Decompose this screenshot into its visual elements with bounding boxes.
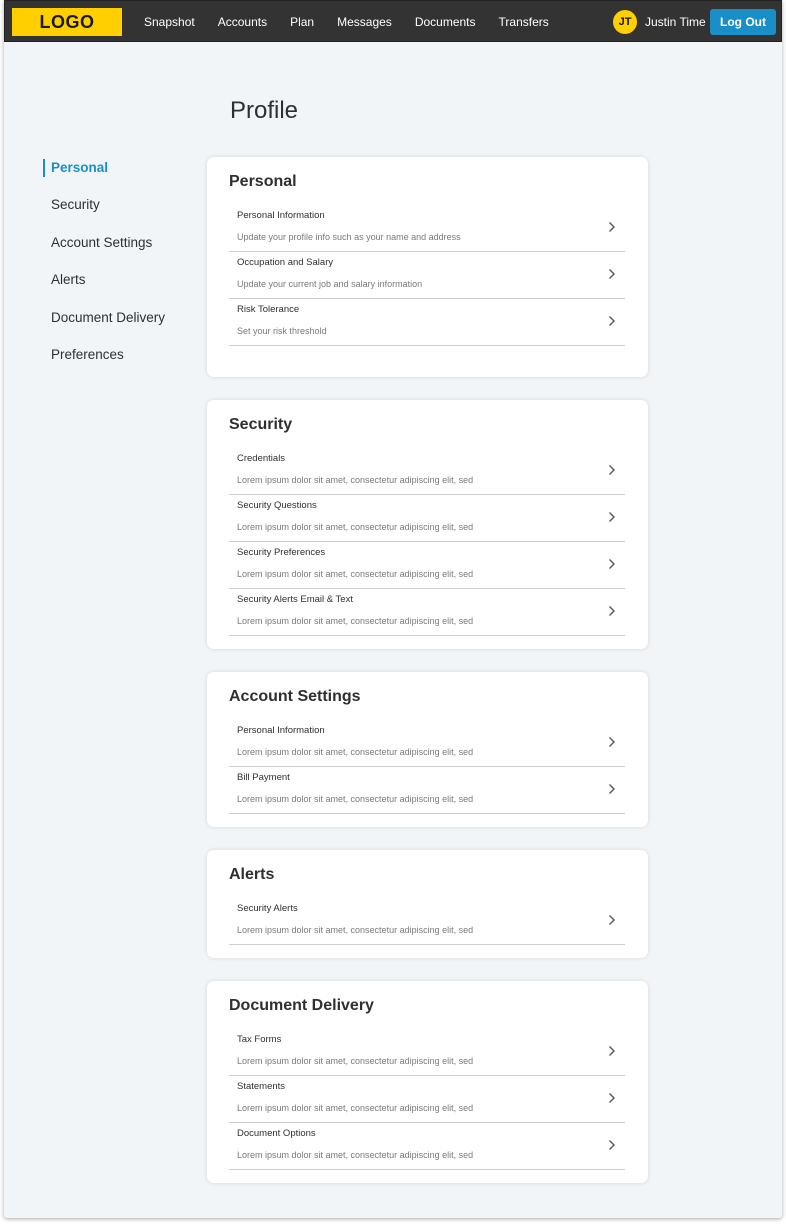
settings-row-credentials[interactable]: Credentials Lorem ipsum dolor sit amet, … [229,448,625,495]
security-section-card: Security Credentials Lorem ipsum dolor s… [207,400,648,649]
avatar[interactable]: JT [613,10,637,34]
section-title: Document Delivery [229,997,374,1014]
profile-sidebar: Personal Security Account Settings Alert… [43,158,193,382]
sidebar-item-alerts[interactable]: Alerts [43,270,193,307]
logo[interactable]: LOGO [12,8,122,36]
section-title: Account Settings [229,688,361,705]
app-frame: LOGO Snapshot Accounts Plan Messages Doc… [4,0,782,1218]
settings-list: Tax Forms Lorem ipsum dolor sit amet, co… [229,1029,625,1170]
chevron-right-icon [605,1138,619,1152]
row-description: Lorem ipsum dolor sit amet, consectetur … [237,616,474,626]
row-description: Lorem ipsum dolor sit amet, consectetur … [237,569,474,579]
row-title: Bill Payment [237,772,290,783]
nav-snapshot[interactable]: Snapshot [144,15,195,29]
settings-row-occupation-salary[interactable]: Occupation and Salary Update your curren… [229,252,625,299]
settings-list: Credentials Lorem ipsum dolor sit amet, … [229,448,625,636]
logout-button[interactable]: Log Out [710,9,776,35]
row-description: Lorem ipsum dolor sit amet, consectetur … [237,1103,474,1113]
nav-plan[interactable]: Plan [290,15,314,29]
page-title: Profile [230,97,299,124]
settings-row-personal-information[interactable]: Personal Information Update your profile… [229,205,625,252]
settings-row-tax-forms[interactable]: Tax Forms Lorem ipsum dolor sit amet, co… [229,1029,625,1076]
row-description: Set your risk threshold [237,326,327,336]
section-title: Alerts [229,866,275,883]
row-description: Lorem ipsum dolor sit amet, consectetur … [237,1150,474,1160]
top-navigation-bar: LOGO Snapshot Accounts Plan Messages Doc… [4,0,782,42]
settings-list: Security Alerts Lorem ipsum dolor sit am… [229,898,625,945]
sidebar-item-security[interactable]: Security [43,195,193,232]
row-title: Credentials [237,453,286,464]
settings-list: Personal Information Lorem ipsum dolor s… [229,720,625,814]
user-menu[interactable]: JT Justin Time [613,10,706,34]
document-delivery-section-card: Document Delivery Tax Forms Lorem ipsum … [207,981,648,1183]
settings-row-bill-payment[interactable]: Bill Payment Lorem ipsum dolor sit amet,… [229,767,625,814]
chevron-right-icon [605,1044,619,1058]
row-title: Statements [237,1081,286,1092]
row-description: Lorem ipsum dolor sit amet, consectetur … [237,475,474,485]
row-title: Security Questions [237,500,317,511]
row-title: Document Options [237,1128,316,1139]
row-description: Update your profile info such as your na… [237,232,461,242]
row-description: Lorem ipsum dolor sit amet, consectetur … [237,925,474,935]
account-settings-section-card: Account Settings Personal Information Lo… [207,672,648,827]
row-title: Tax Forms [237,1034,282,1045]
settings-row-security-preferences[interactable]: Security Preferences Lorem ipsum dolor s… [229,542,625,589]
sidebar-item-document-delivery[interactable]: Document Delivery [43,308,193,345]
settings-row-security-alerts[interactable]: Security Alerts Lorem ipsum dolor sit am… [229,898,625,945]
user-name[interactable]: Justin Time [645,15,706,29]
settings-row-security-alerts-email-text[interactable]: Security Alerts Email & Text Lorem ipsum… [229,589,625,636]
nav-documents[interactable]: Documents [415,15,476,29]
row-title: Personal Information [237,210,325,221]
personal-section-card: Personal Personal Information Update you… [207,157,648,377]
chevron-right-icon [605,557,619,571]
section-title: Personal [229,173,297,190]
chevron-right-icon [605,604,619,618]
chevron-right-icon [605,510,619,524]
section-title: Security [229,416,293,433]
chevron-right-icon [605,220,619,234]
settings-row-document-options[interactable]: Document Options Lorem ipsum dolor sit a… [229,1123,625,1170]
row-title: Personal Information [237,725,325,736]
sidebar-item-preferences[interactable]: Preferences [43,345,193,382]
alerts-section-card: Alerts Security Alerts Lorem ipsum dolor… [207,850,648,958]
nav-accounts[interactable]: Accounts [218,15,267,29]
nav-messages[interactable]: Messages [337,15,392,29]
settings-row-risk-tolerance[interactable]: Risk Tolerance Set your risk threshold [229,299,625,346]
main-nav: Snapshot Accounts Plan Messages Document… [144,1,572,43]
sidebar-item-personal[interactable]: Personal [43,158,193,195]
chevron-right-icon [605,1091,619,1105]
chevron-right-icon [605,463,619,477]
row-description: Lorem ipsum dolor sit amet, consectetur … [237,747,474,757]
settings-row-personal-information[interactable]: Personal Information Lorem ipsum dolor s… [229,720,625,767]
row-description: Lorem ipsum dolor sit amet, consectetur … [237,1056,474,1066]
chevron-right-icon [605,913,619,927]
chevron-right-icon [605,314,619,328]
nav-transfers[interactable]: Transfers [499,15,549,29]
settings-row-statements[interactable]: Statements Lorem ipsum dolor sit amet, c… [229,1076,625,1123]
settings-list: Personal Information Update your profile… [229,205,625,346]
chevron-right-icon [605,735,619,749]
row-title: Security Alerts Email & Text [237,594,353,605]
row-title: Security Alerts [237,903,298,914]
row-description: Update your current job and salary infor… [237,279,423,289]
settings-row-security-questions[interactable]: Security Questions Lorem ipsum dolor sit… [229,495,625,542]
row-title: Security Preferences [237,547,326,558]
row-title: Occupation and Salary [237,257,334,268]
sidebar-item-account-settings[interactable]: Account Settings [43,233,193,270]
chevron-right-icon [605,267,619,281]
row-description: Lorem ipsum dolor sit amet, consectetur … [237,522,474,532]
chevron-right-icon [605,782,619,796]
row-title: Risk Tolerance [237,304,300,315]
row-description: Lorem ipsum dolor sit amet, consectetur … [237,794,474,804]
